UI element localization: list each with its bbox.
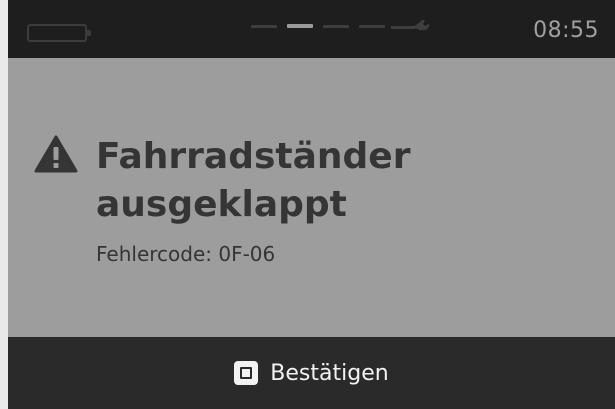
- alert-panel: Fahrradständer ausgeklappt Fehlercode: 0…: [8, 58, 615, 337]
- wrench-icon: [391, 20, 429, 30]
- warning-icon: [34, 135, 78, 173]
- page-dot-4: [359, 25, 385, 28]
- footer-bar: Bestätigen: [8, 337, 615, 409]
- page-dot-1: [251, 25, 277, 28]
- confirm-button[interactable]: Bestätigen: [8, 337, 615, 409]
- battery-icon: [27, 24, 91, 42]
- error-code: Fehlercode: 0F-06: [96, 242, 276, 266]
- page-dot-3: [323, 25, 349, 28]
- confirm-button-label: Bestätigen: [270, 360, 389, 386]
- alert-title: Fahrradständer ausgeklappt: [96, 136, 411, 225]
- display-screen: 08:55 Fahrradständer ausgeklappt Fehlerc…: [0, 0, 615, 409]
- display-frame: 08:55 Fahrradständer ausgeklappt Fehlerc…: [8, 0, 615, 409]
- clock: 08:55: [533, 18, 599, 43]
- status-bar: 08:55: [8, 0, 615, 58]
- square-button-icon: [234, 361, 259, 385]
- page-dot-2-active: [287, 24, 313, 28]
